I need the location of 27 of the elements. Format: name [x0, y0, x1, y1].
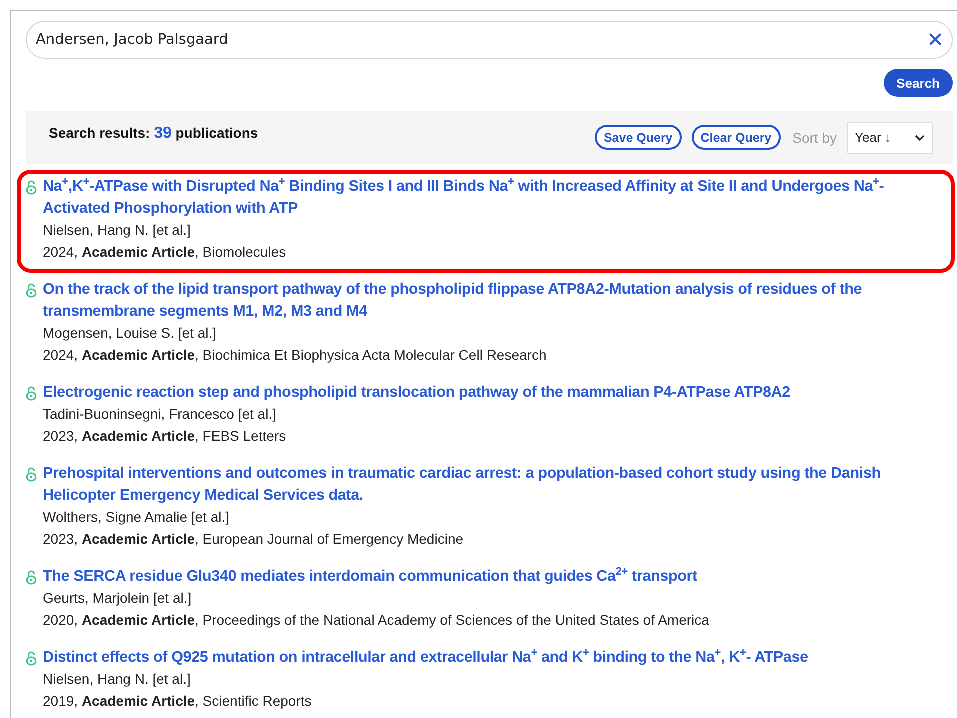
sort-dropdown[interactable]: Year ↓	[847, 122, 933, 154]
chevron-down-icon	[915, 134, 925, 140]
authors-text: Tadini-Buoninsegni, Francesco [et al.]	[43, 405, 278, 424]
authors-text: Nielsen, Hang N. [et al.]	[43, 221, 192, 240]
clear-query-button[interactable]: Clear Query	[692, 125, 781, 150]
authors-text: Geurts, Marjolein [et al.]	[43, 589, 193, 608]
search-field[interactable]: Andersen, Jacob Palsgaard	[26, 21, 953, 59]
authors-text: Wolthers, Signe Amalie [et al.]	[43, 508, 230, 527]
publication-title-link[interactable]: Distinct effects of Q925 mutation on intracellular and extracellular Na$^{+}$ and K$^{+}$ binding to the Na$^{+}$, K$^{+}$- ATPase	[43, 647, 943, 669]
authors-text: Nielsen, Hang N. [et al.]	[43, 670, 192, 689]
close-icon[interactable]	[929, 33, 942, 46]
publication-info: 2020, Academic Article, Proceedings of the National Academy of Sciences of the United States of America	[43, 610, 710, 630]
search-button[interactable]: Search	[884, 69, 953, 97]
publication-info: 2023, Academic Article, FEBS Letters	[43, 426, 288, 446]
publication-info: 2024, Academic Article, Biochimica Et Biophysica Acta Molecular Cell Research	[43, 346, 548, 365]
publication-info: 2023, Academic Article, European Journal of Emergency Medicine	[43, 530, 465, 549]
publication-title-link[interactable]: On the track of the lipid transport pathway of the phospholipid flippase ATP8A2-Mutation analysis of residues of the transmembrane segments M1, M2, M3 and M4	[43, 279, 943, 323]
publication-title-link[interactable]: Prehospital interventions and outcomes in traumatic cardiac arrest: a population-based cohort study using the Danish Helicopter Emergency Medical Services data.	[43, 463, 943, 507]
results-summary: Search results: 39 publications	[49, 125, 258, 143]
publication-info: 2024, Academic Article, Biomolecules	[43, 242, 288, 262]
publication-title-link[interactable]: Electrogenic reaction step and phospholipid translocation pathway of the mammalian P4-ATPase ATP8A2	[43, 382, 943, 404]
authors-text: Mogensen, Louise S. [et al.]	[43, 324, 218, 343]
publication-title-link[interactable]: Na$^{+}$,K$^{+}$-ATPase with Disrupted Na$^{+}$ Binding Sites I and III Binds Na$^{+}$ with Increased Affinity at Site II and Undergoes Na$^{+}$-Activated Phosphorylation with ATP	[43, 176, 943, 220]
publication-title-link[interactable]: The SERCA residue Glu340 mediates interdomain communication that guides Ca$^{2+}$ transport	[43, 566, 943, 588]
save-query-button[interactable]: Save Query	[594, 125, 682, 150]
publication-info: 2019, Academic Article, Scientific Reports	[43, 692, 313, 711]
sort-label: Sort by	[792, 130, 837, 146]
